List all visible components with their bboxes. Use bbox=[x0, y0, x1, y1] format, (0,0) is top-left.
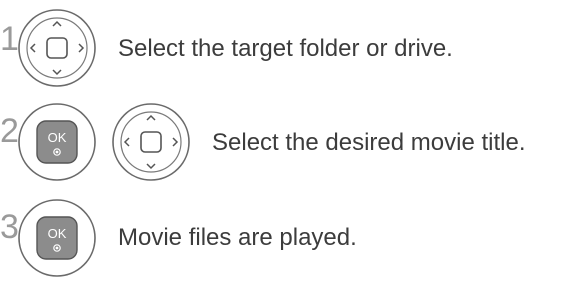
step-instruction: Movie files are played. bbox=[118, 224, 357, 251]
ok-label: OK bbox=[48, 130, 67, 145]
step-instruction: Select the target folder or drive. bbox=[118, 35, 453, 62]
step-instruction: Select the desired movie title. bbox=[212, 129, 526, 156]
ok-label: OK bbox=[48, 226, 67, 241]
ok-button-icon: OK bbox=[10, 198, 104, 278]
ok-button-icon: OK bbox=[10, 102, 104, 182]
nav-pad-icon bbox=[10, 8, 104, 88]
nav-pad-icon bbox=[104, 102, 198, 182]
